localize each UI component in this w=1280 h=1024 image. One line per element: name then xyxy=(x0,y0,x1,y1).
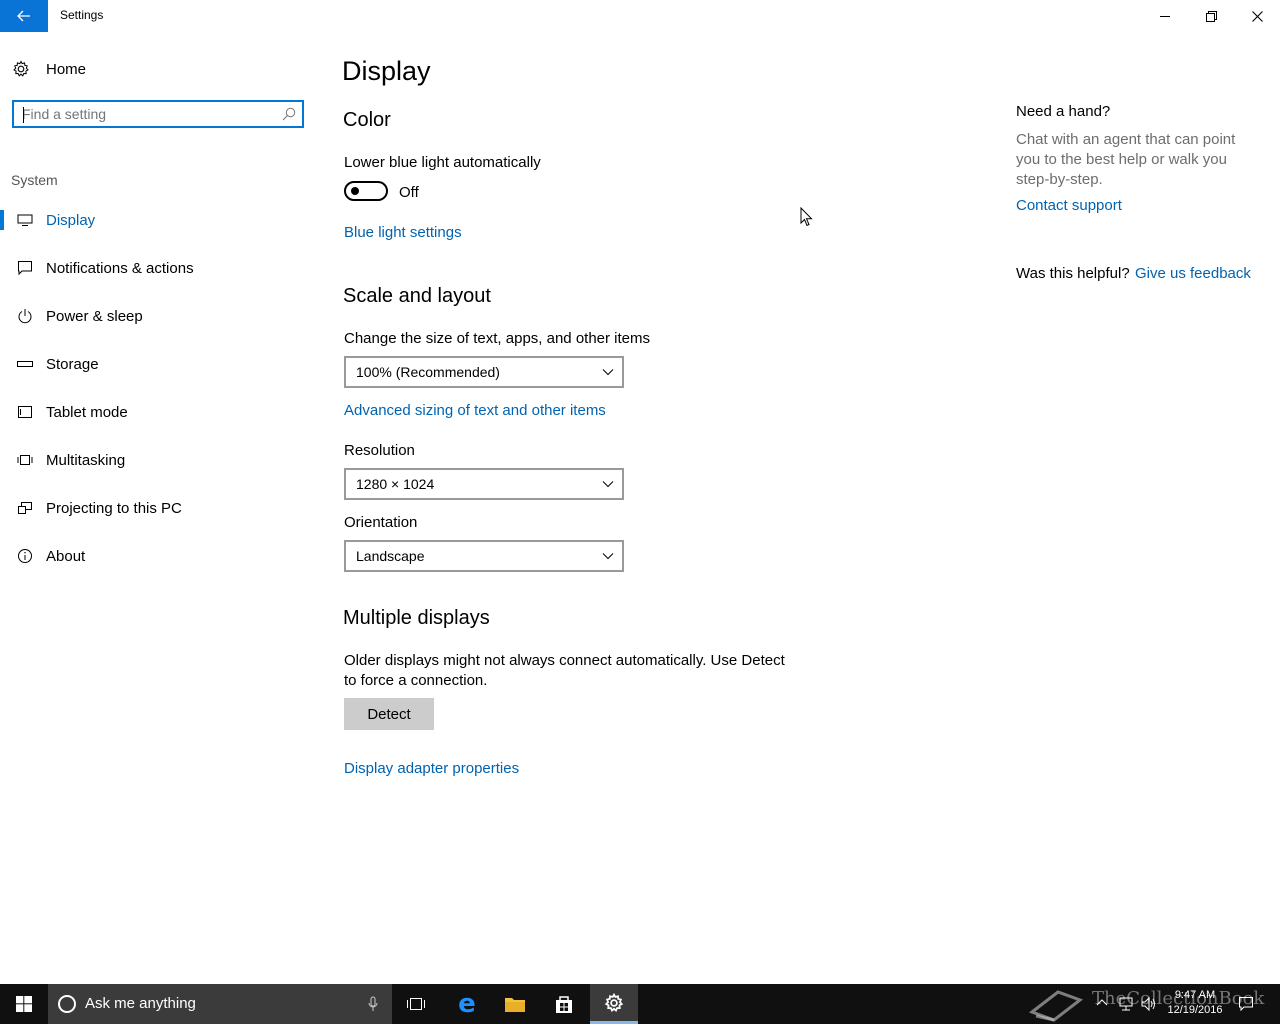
tablet-icon xyxy=(18,406,32,418)
text-cursor xyxy=(23,107,24,123)
search-field[interactable] xyxy=(12,100,304,128)
sidebar-item-power-sleep[interactable]: Power & sleep xyxy=(0,298,320,334)
start-button[interactable] xyxy=(0,984,48,1024)
windows-logo-icon xyxy=(16,996,32,1012)
edge-button[interactable]: e xyxy=(443,984,491,1024)
page-title: Display xyxy=(342,56,431,86)
contact-support-link[interactable]: Contact support xyxy=(1016,197,1122,214)
display-adapter-link[interactable]: Display adapter properties xyxy=(344,760,519,777)
size-label: Change the size of text, apps, and other… xyxy=(344,330,651,347)
window-title: Settings xyxy=(60,8,104,22)
sidebar-item-storage[interactable]: Storage xyxy=(0,346,320,382)
title-bar xyxy=(0,0,1280,32)
file-explorer-button[interactable] xyxy=(491,984,539,1024)
search-input[interactable] xyxy=(22,105,272,123)
multiple-displays-desc-line1: Older displays might not always connect … xyxy=(344,652,785,669)
info-icon xyxy=(18,549,32,563)
resolution-value: 1280 × 1024 xyxy=(356,476,435,492)
give-feedback-link[interactable]: Give us feedback xyxy=(1135,265,1251,282)
chevron-down-icon xyxy=(602,553,614,560)
blue-light-settings-link[interactable]: Blue light settings xyxy=(344,224,462,241)
sidebar-item-label: Storage xyxy=(46,355,99,373)
folder-icon xyxy=(505,998,525,1012)
close-button[interactable] xyxy=(1234,0,1280,32)
section-label-system: System xyxy=(11,172,58,188)
orientation-label: Orientation xyxy=(344,514,418,531)
home-label: Home xyxy=(46,60,87,78)
edge-icon: e xyxy=(458,989,476,1019)
mouse-pointer-icon xyxy=(800,207,813,227)
gear-icon xyxy=(604,992,624,1012)
monitor-icon xyxy=(17,214,33,226)
orientation-value: Landscape xyxy=(356,548,425,564)
sidebar-item-label: Power & sleep xyxy=(46,307,143,325)
cortana-icon xyxy=(58,995,76,1013)
close-icon xyxy=(1251,10,1263,22)
multiple-displays-desc-line2: to force a connection. xyxy=(344,672,488,689)
cortana-search-box[interactable]: Ask me anything xyxy=(48,984,392,1024)
action-center-icon[interactable] xyxy=(1238,996,1254,1012)
multiple-displays-heading: Multiple displays xyxy=(343,607,490,629)
sidebar-item-label: Multitasking xyxy=(46,451,126,469)
sidebar-item-label: Tablet mode xyxy=(46,403,128,421)
sidebar-item-notifications[interactable]: Notifications & actions xyxy=(0,250,320,286)
drive-icon xyxy=(17,361,33,367)
chevron-up-icon[interactable] xyxy=(1096,997,1108,1009)
chevron-down-icon xyxy=(602,369,614,376)
help-title: Need a hand? xyxy=(1016,103,1111,120)
volume-icon[interactable] xyxy=(1140,996,1158,1012)
advanced-sizing-link[interactable]: Advanced sizing of text and other items xyxy=(344,402,606,419)
power-icon xyxy=(18,309,32,324)
home-nav-item[interactable]: Home xyxy=(12,56,86,82)
restore-button[interactable] xyxy=(1188,0,1234,32)
clock-date: 12/19/2016 xyxy=(1167,1004,1223,1016)
sidebar-item-label: Display xyxy=(46,211,96,229)
microphone-icon[interactable] xyxy=(368,996,378,1012)
resolution-dropdown[interactable]: 1280 × 1024 xyxy=(344,468,624,500)
sidebar-item-multitasking[interactable]: Multitasking xyxy=(0,442,320,478)
task-view-button[interactable] xyxy=(392,984,440,1024)
store-bag-icon xyxy=(556,996,572,1013)
sidebar-item-about[interactable]: About xyxy=(0,538,320,574)
taskbar-clock[interactable]: 9:47 AM 12/19/2016 xyxy=(1160,988,1230,1018)
helpful-label: Was this helpful? xyxy=(1016,265,1130,282)
scale-dropdown[interactable]: 100% (Recommended) xyxy=(344,356,624,388)
restore-icon xyxy=(1205,10,1217,22)
resolution-label: Resolution xyxy=(344,442,415,459)
search-icon[interactable] xyxy=(282,107,296,121)
scale-value: 100% (Recommended) xyxy=(356,364,500,380)
toggle-state-text: Off xyxy=(399,184,419,201)
blue-light-toggle[interactable] xyxy=(344,181,388,201)
cortana-placeholder: Ask me anything xyxy=(85,995,196,1012)
store-button[interactable] xyxy=(540,984,588,1024)
multitasking-icon xyxy=(17,455,33,465)
clock-time: 9:47 AM xyxy=(1174,989,1216,1001)
settings-taskbar-button[interactable] xyxy=(590,984,638,1024)
sidebar-item-label: Projecting to this PC xyxy=(46,499,182,517)
detect-button[interactable]: Detect xyxy=(344,698,434,730)
back-arrow-icon xyxy=(17,10,30,22)
sidebar-item-projecting[interactable]: Projecting to this PC xyxy=(0,490,320,526)
minimize-icon xyxy=(1160,16,1170,17)
toggle-knob xyxy=(351,187,359,195)
sidebar-item-label: About xyxy=(46,547,86,565)
gear-icon xyxy=(13,60,29,77)
chevron-down-icon xyxy=(602,481,614,488)
sidebar-item-display[interactable]: Display xyxy=(0,202,320,238)
task-view-icon xyxy=(407,998,425,1010)
color-heading: Color xyxy=(343,109,391,131)
projecting-icon xyxy=(18,502,32,514)
book-logo-icon xyxy=(1028,990,1084,1022)
network-icon[interactable] xyxy=(1118,996,1134,1012)
orientation-dropdown[interactable]: Landscape xyxy=(344,540,624,572)
sidebar-item-tablet-mode[interactable]: Tablet mode xyxy=(0,394,320,430)
minimize-button[interactable] xyxy=(1142,0,1188,32)
scale-layout-heading: Scale and layout xyxy=(343,285,491,307)
blue-light-toggle-label: Lower blue light automatically xyxy=(344,154,541,171)
help-description: Chat with an agent that can point you to… xyxy=(1016,131,1236,188)
back-button[interactable] xyxy=(0,0,48,32)
speech-bubble-icon xyxy=(18,261,32,276)
sidebar-item-label: Notifications & actions xyxy=(46,259,194,277)
